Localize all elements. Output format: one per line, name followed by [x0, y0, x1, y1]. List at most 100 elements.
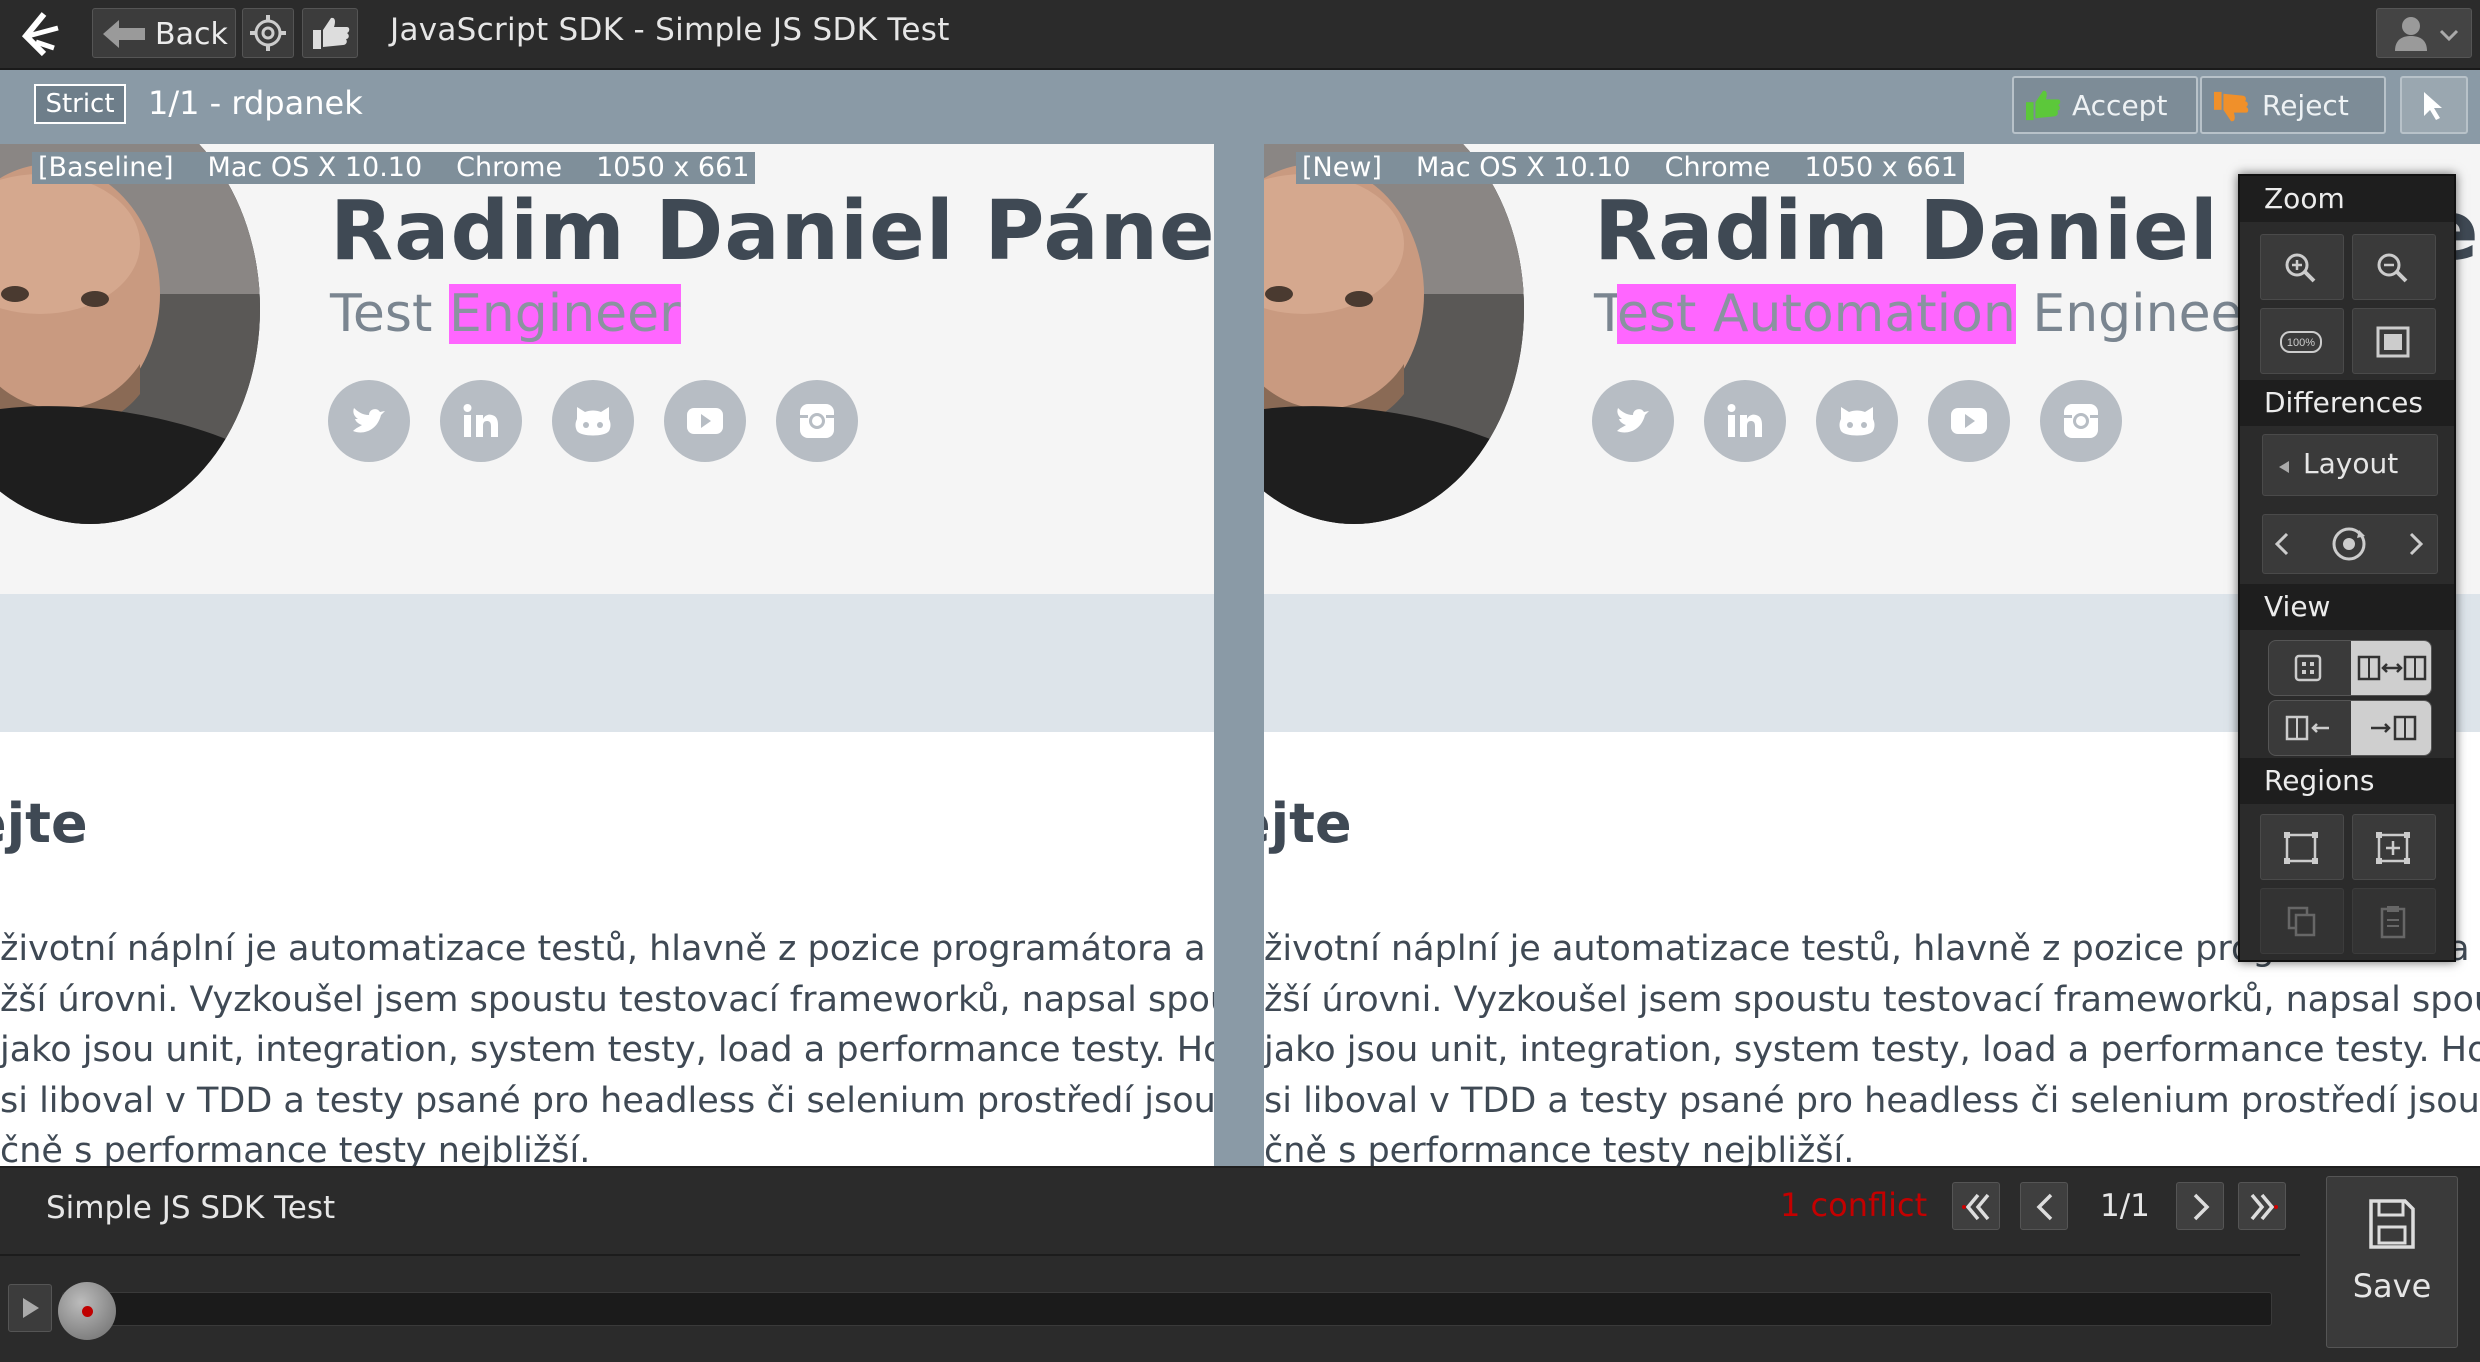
settings-button[interactable] — [242, 8, 294, 58]
applitools-logo-icon[interactable] — [14, 8, 70, 60]
paragraph-line: jako jsou unit, integration, system test… — [0, 1030, 1214, 1070]
next-step-button[interactable] — [2176, 1182, 2224, 1230]
single-view-option[interactable] — [2269, 641, 2349, 695]
play-icon — [23, 1298, 39, 1318]
profile-photo — [0, 144, 260, 524]
browser-label: Chrome — [456, 152, 563, 183]
paragraph-line: si liboval v TDD a testy psané pro headl… — [0, 1080, 1214, 1121]
thumbs-down-icon — [2214, 91, 2249, 122]
reject-button[interactable]: Reject — [2200, 76, 2386, 134]
back-arrow-icon — [103, 20, 145, 48]
paragraph-line: si liboval v TDD a testy psané pro headl… — [1264, 1080, 2480, 1121]
play-button[interactable] — [8, 1284, 52, 1332]
chevron-right-icon — [2409, 532, 2424, 556]
region-icon — [2284, 832, 2318, 864]
zoom-in-button[interactable] — [2260, 234, 2344, 300]
os-label: Mac OS X 10.10 — [207, 152, 423, 183]
regions-header: Regions — [2240, 758, 2454, 804]
step-info: 1/1 - rdpanek — [148, 84, 363, 122]
cursor-icon — [2424, 92, 2442, 120]
social-youtube[interactable] — [664, 380, 746, 462]
profile-photo — [1264, 144, 1524, 524]
prev-step-button[interactable] — [2020, 1182, 2068, 1230]
zoom-100-button[interactable]: 100% — [2260, 308, 2344, 374]
accept-label: Accept — [2072, 89, 2168, 122]
social-instagram[interactable] — [2040, 380, 2122, 462]
save-label: Save — [2352, 1267, 2432, 1305]
social-linkedin[interactable] — [1704, 380, 1786, 462]
pointer-tool-button[interactable] — [2400, 76, 2468, 134]
baseline-info-bar: [Baseline] Mac OS X 10.10 Chrome 1050 x 661 — [32, 152, 756, 184]
baseline-only-option[interactable] — [2269, 701, 2349, 755]
diff-highlight: Engineer — [448, 284, 681, 344]
double-chevron-right-icon — [2250, 1193, 2278, 1221]
social-github[interactable] — [552, 380, 634, 462]
conflict-count[interactable]: 1 conflict — [1780, 1186, 1927, 1224]
role-text: Test — [330, 284, 449, 344]
instagram-icon — [2064, 404, 2098, 438]
instagram-icon — [800, 404, 834, 438]
profile-role: Test Automation Engineer — [1594, 284, 2264, 344]
os-label: Mac OS X 10.10 — [1415, 152, 1631, 183]
floating-region-button[interactable] — [2352, 814, 2436, 880]
paragraph-line: čně s performance testy nejbližší. — [0, 1131, 591, 1166]
github-icon — [1839, 407, 1875, 436]
paragraph-line: životní náplní je automatizace testů, hl… — [0, 929, 1214, 969]
side-by-side-option[interactable] — [2351, 641, 2431, 695]
profile-role: Test Engineer — [330, 284, 681, 344]
role-text: T — [1594, 284, 1617, 344]
paste-region-button[interactable] — [2352, 888, 2436, 954]
refresh-icon — [2332, 527, 2366, 561]
image-tag: [Baseline] — [38, 152, 174, 183]
social-twitter[interactable] — [328, 380, 410, 462]
bottom-bar: Simple JS SDK Test 1 conflict 1/1 Save — [0, 1166, 2480, 1362]
paragraph-line: jako jsou unit, integration, system test… — [1264, 1030, 2480, 1070]
prev-difference-button[interactable] — [2262, 514, 2438, 574]
zoom-out-button[interactable] — [2352, 234, 2436, 300]
view-mode-toggle[interactable] — [2268, 640, 2432, 696]
divider — [0, 1254, 2300, 1256]
copy-icon — [2287, 906, 2316, 937]
floating-region-icon — [2376, 832, 2410, 864]
current-only-option[interactable] — [2351, 701, 2431, 755]
copy-region-button[interactable] — [2260, 888, 2344, 954]
viewport-label: 1050 x 661 — [1804, 152, 1958, 183]
timeline-scrubber[interactable] — [62, 1292, 2272, 1326]
zoom-out-icon — [2377, 253, 2408, 283]
test-name: Simple JS SDK Test — [46, 1190, 336, 1226]
youtube-icon — [1951, 408, 1987, 434]
show-baseline-icon — [2285, 715, 2329, 741]
first-step-button[interactable] — [1952, 1182, 2000, 1230]
paragraph-line: žší úrovni. Vyzkoušel jsem spoustu testo… — [1264, 979, 2480, 1020]
last-step-button[interactable] — [2238, 1182, 2286, 1230]
accept-button[interactable]: Accept — [2012, 76, 2198, 134]
thumbs-up-button[interactable] — [302, 8, 358, 58]
save-button[interactable]: Save — [2326, 1176, 2458, 1348]
back-button[interactable]: Back — [92, 8, 236, 58]
view-pane-toggle[interactable] — [2268, 700, 2432, 756]
step-page-info: 1/1 — [2100, 1188, 2150, 1224]
show-current-icon — [2371, 715, 2417, 741]
section-band — [0, 594, 1214, 732]
baseline-pane: [Baseline] Mac OS X 10.10 Chrome 1050 x 661… — [0, 144, 1214, 1166]
zoom-header: Zoom — [2240, 176, 2454, 222]
ignore-region-button[interactable] — [2260, 814, 2344, 880]
back-label: Back — [155, 17, 228, 52]
social-instagram[interactable] — [776, 380, 858, 462]
linkedin-icon — [463, 404, 498, 437]
step-toolbar: Strict 1/1 - rdpanek Accept Reject — [0, 70, 2480, 142]
match-level-badge[interactable]: Strict — [34, 84, 126, 124]
social-youtube[interactable] — [1928, 380, 2010, 462]
section-heading: ejte — [0, 792, 88, 855]
twitter-icon — [1617, 408, 1649, 433]
social-github[interactable] — [1816, 380, 1898, 462]
diff-highlight: est Automation — [1616, 284, 2016, 344]
paragraph-line: čně s performance testy nejbližší. — [1264, 1131, 1855, 1166]
timeline-handle[interactable] — [58, 1282, 116, 1340]
social-twitter[interactable] — [1592, 380, 1674, 462]
social-linkedin[interactable] — [440, 380, 522, 462]
layout-match-dropdown[interactable]: Layout — [2262, 434, 2438, 496]
user-menu-button[interactable] — [2376, 8, 2472, 58]
view-header: View — [2240, 584, 2454, 630]
zoom-fit-button[interactable] — [2352, 308, 2436, 374]
